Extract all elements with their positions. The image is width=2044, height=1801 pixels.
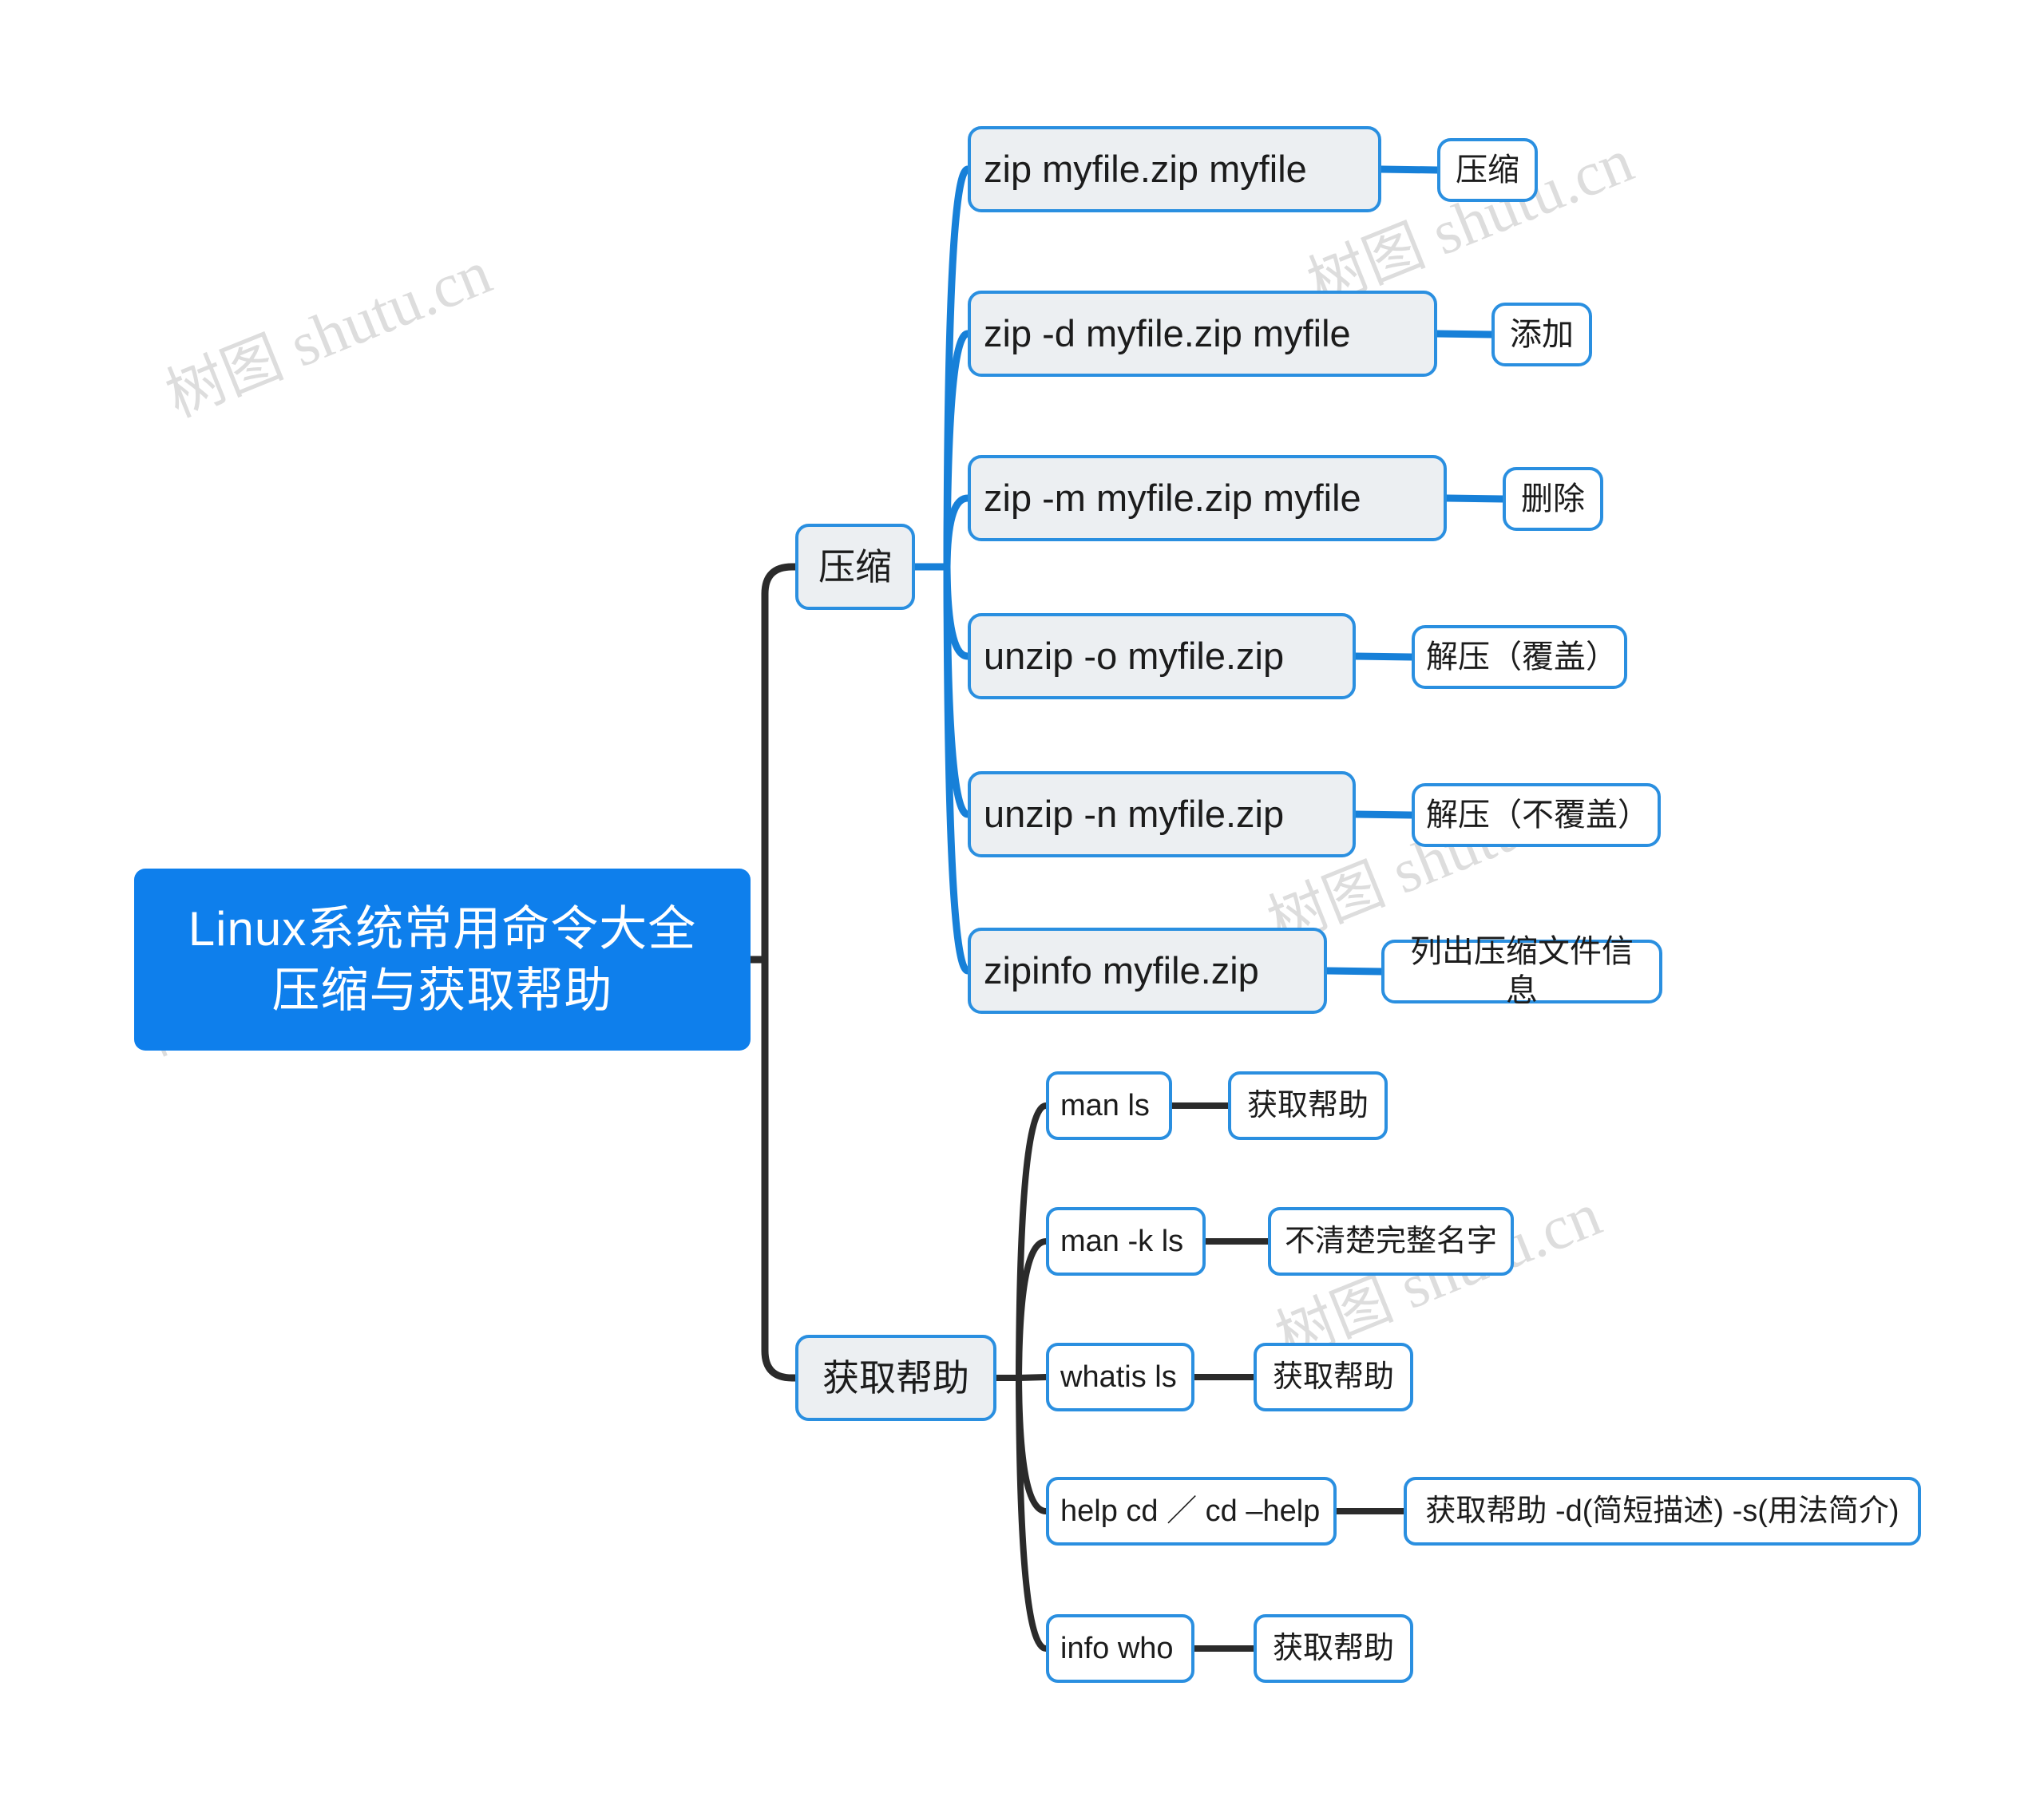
command-node-compress-3[interactable]: unzip -o myfile.zip bbox=[968, 613, 1356, 699]
command-node-compress-1-label: zip -d myfile.zip myfile bbox=[984, 312, 1351, 355]
command-node-compress-5[interactable]: zipinfo myfile.zip bbox=[968, 928, 1327, 1014]
edge-root-to-help bbox=[761, 956, 799, 1382]
leaf-node-compress-3-label: 解压（覆盖） bbox=[1426, 639, 1618, 675]
leaf-node-help-3-label: 获取帮助 -d(简短描述) -s(用法简介) bbox=[1425, 1494, 1899, 1528]
branch-node-help-label: 获取帮助 bbox=[822, 1356, 969, 1399]
leaf-node-help-3[interactable]: 获取帮助 -d(简短描述) -s(用法简介) bbox=[1404, 1477, 1921, 1546]
edge-compress-leaf-3 bbox=[1352, 652, 1416, 661]
root-title-line2: 压缩与获取帮助 bbox=[271, 964, 613, 1017]
leaf-node-compress-4[interactable]: 解压（不覆盖） bbox=[1412, 783, 1661, 847]
leaf-node-compress-0[interactable]: 压缩 bbox=[1437, 138, 1538, 202]
command-node-help-4[interactable]: info who bbox=[1046, 1614, 1194, 1683]
command-node-compress-0[interactable]: zip myfile.zip myfile bbox=[968, 126, 1381, 212]
leaf-node-help-2[interactable]: 获取帮助 bbox=[1254, 1343, 1413, 1411]
leaf-node-compress-5-label: 列出压缩文件信息 bbox=[1410, 934, 1634, 1008]
command-node-help-3-label: help cd ／ cd –help bbox=[1060, 1494, 1321, 1528]
command-node-compress-5-label: zipinfo myfile.zip bbox=[984, 949, 1259, 992]
command-node-compress-4-label: unzip -n myfile.zip bbox=[984, 793, 1285, 836]
command-node-help-1-label: man -k ls bbox=[1060, 1224, 1184, 1258]
mindmap-canvas: 树图 shutu.cn树图 shutu.cn树图 shutu.cn树图 shut… bbox=[0, 0, 2044, 1801]
leaf-node-compress-1-label: 添加 bbox=[1510, 316, 1574, 352]
leaf-node-help-1-label: 不清楚完整名字 bbox=[1284, 1224, 1497, 1258]
leaf-node-compress-0-label: 压缩 bbox=[1456, 152, 1519, 188]
leaf-node-compress-4-label: 解压（不覆盖） bbox=[1426, 797, 1650, 833]
edge-compress-leaf-5 bbox=[1323, 967, 1385, 976]
command-node-compress-4[interactable]: unzip -n myfile.zip bbox=[968, 771, 1356, 857]
leaf-node-help-4-label: 获取帮助 bbox=[1272, 1631, 1394, 1665]
leaf-node-compress-2[interactable]: 删除 bbox=[1503, 467, 1603, 531]
edge-compress-leaf-2 bbox=[1443, 494, 1507, 503]
leaf-node-compress-2-label: 删除 bbox=[1521, 481, 1585, 517]
command-node-compress-2-label: zip -m myfile.zip myfile bbox=[984, 477, 1361, 520]
leaf-node-help-2-label: 获取帮助 bbox=[1272, 1360, 1394, 1394]
edge-compress-leaf-0 bbox=[1377, 165, 1441, 174]
command-node-compress-2[interactable]: zip -m myfile.zip myfile bbox=[968, 455, 1447, 541]
leaf-node-compress-1[interactable]: 添加 bbox=[1491, 303, 1592, 366]
command-node-help-4-label: info who bbox=[1060, 1631, 1174, 1665]
command-node-help-1[interactable]: man -k ls bbox=[1046, 1207, 1206, 1276]
root-node[interactable]: Linux系统常用命令大全 压缩与获取帮助 bbox=[134, 869, 751, 1051]
command-node-help-2-label: whatis ls bbox=[1060, 1360, 1177, 1394]
command-node-compress-3-label: unzip -o myfile.zip bbox=[984, 635, 1285, 678]
edge-root-to-compress bbox=[761, 563, 799, 964]
leaf-node-help-0[interactable]: 获取帮助 bbox=[1228, 1071, 1388, 1140]
branch-node-help[interactable]: 获取帮助 bbox=[795, 1335, 996, 1421]
command-node-help-0-label: man ls bbox=[1060, 1088, 1150, 1122]
edge-help-child-2 bbox=[1016, 1374, 1049, 1381]
command-node-help-0[interactable]: man ls bbox=[1046, 1071, 1172, 1140]
root-title-line1: Linux系统常用命令大全 bbox=[188, 901, 697, 956]
command-node-help-3[interactable]: help cd ／ cd –help bbox=[1046, 1477, 1337, 1546]
branch-node-compress[interactable]: 压缩 bbox=[795, 524, 915, 610]
leaf-node-compress-3[interactable]: 解压（覆盖） bbox=[1412, 625, 1627, 689]
edge-compress-leaf-4 bbox=[1352, 810, 1416, 819]
command-node-help-2[interactable]: whatis ls bbox=[1046, 1343, 1194, 1411]
command-node-compress-1[interactable]: zip -d myfile.zip myfile bbox=[968, 291, 1437, 377]
leaf-node-help-4[interactable]: 获取帮助 bbox=[1254, 1614, 1413, 1683]
leaf-node-help-0-label: 获取帮助 bbox=[1246, 1088, 1369, 1122]
command-node-compress-0-label: zip myfile.zip myfile bbox=[984, 148, 1307, 191]
leaf-node-compress-5[interactable]: 列出压缩文件信息 bbox=[1381, 934, 1662, 1008]
leaf-node-help-1[interactable]: 不清楚完整名字 bbox=[1268, 1207, 1514, 1276]
branch-node-compress-label: 压缩 bbox=[818, 545, 892, 588]
